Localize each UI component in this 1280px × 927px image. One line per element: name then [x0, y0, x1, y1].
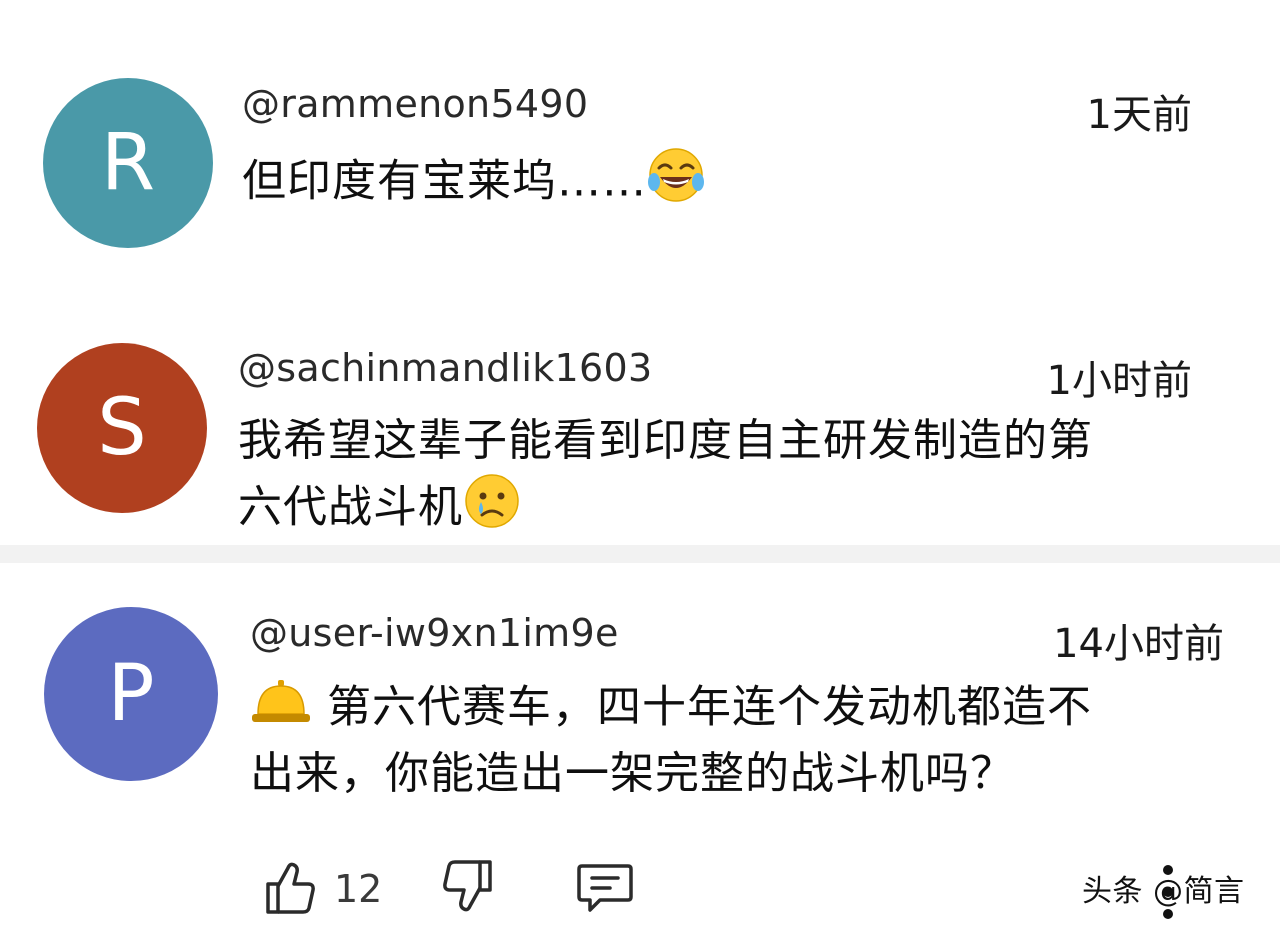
comment-username[interactable]: @user-iw9xn1im9e: [250, 611, 619, 655]
avatar-letter: R: [100, 118, 156, 208]
comment-timestamp: 1小时前: [1046, 358, 1192, 404]
comment-username[interactable]: @sachinmandlik1603: [238, 346, 652, 390]
comment-timestamp: 1天前: [1086, 92, 1192, 138]
avatar-letter: S: [97, 383, 147, 473]
bellhop-bell-icon: [250, 676, 312, 743]
more-options-icon[interactable]: [1158, 862, 1178, 922]
comment-username[interactable]: @rammenon5490: [242, 82, 588, 126]
avatar[interactable]: R: [43, 78, 213, 248]
crying-face-icon: [463, 472, 521, 547]
comment-text-line: 六代战斗机: [238, 481, 463, 533]
like-button[interactable]: 12: [262, 858, 382, 920]
comment-text-row: 但印度有宝莱坞……: [242, 146, 705, 221]
thumbs-down-icon: [440, 858, 496, 920]
dislike-button[interactable]: [440, 858, 496, 920]
comment-list: R @rammenon5490 1天前 但印度有宝莱坞…… S @sachinm…: [0, 0, 1280, 927]
comment-text-row: 第六代赛车，四十年连个发动机都造不 出来，你能造出一架完整的战斗机吗？: [250, 676, 1092, 805]
comment-text-line: 出来，你能造出一架完整的战斗机吗？: [250, 748, 1015, 799]
comment-timestamp: 14小时前: [1053, 621, 1224, 667]
thumbs-up-icon: [262, 858, 318, 920]
face-with-tears-of-joy-icon: [647, 146, 705, 221]
comment-text: 但印度有宝莱坞……: [242, 155, 647, 207]
like-count: 12: [334, 867, 383, 911]
comment-icon: [576, 858, 634, 920]
avatar-letter: P: [107, 649, 155, 739]
section-divider: [0, 545, 1280, 563]
reply-button[interactable]: [576, 858, 634, 920]
avatar[interactable]: S: [37, 343, 207, 513]
comment-text-line: 第六代赛车，四十年连个发动机都造不: [312, 681, 1092, 733]
comment-text-line: 我希望这辈子能看到印度自主研发制造的第: [238, 415, 1093, 466]
avatar[interactable]: P: [44, 607, 218, 781]
comment-text-row: 我希望这辈子能看到印度自主研发制造的第 六代战斗机: [238, 410, 1093, 547]
